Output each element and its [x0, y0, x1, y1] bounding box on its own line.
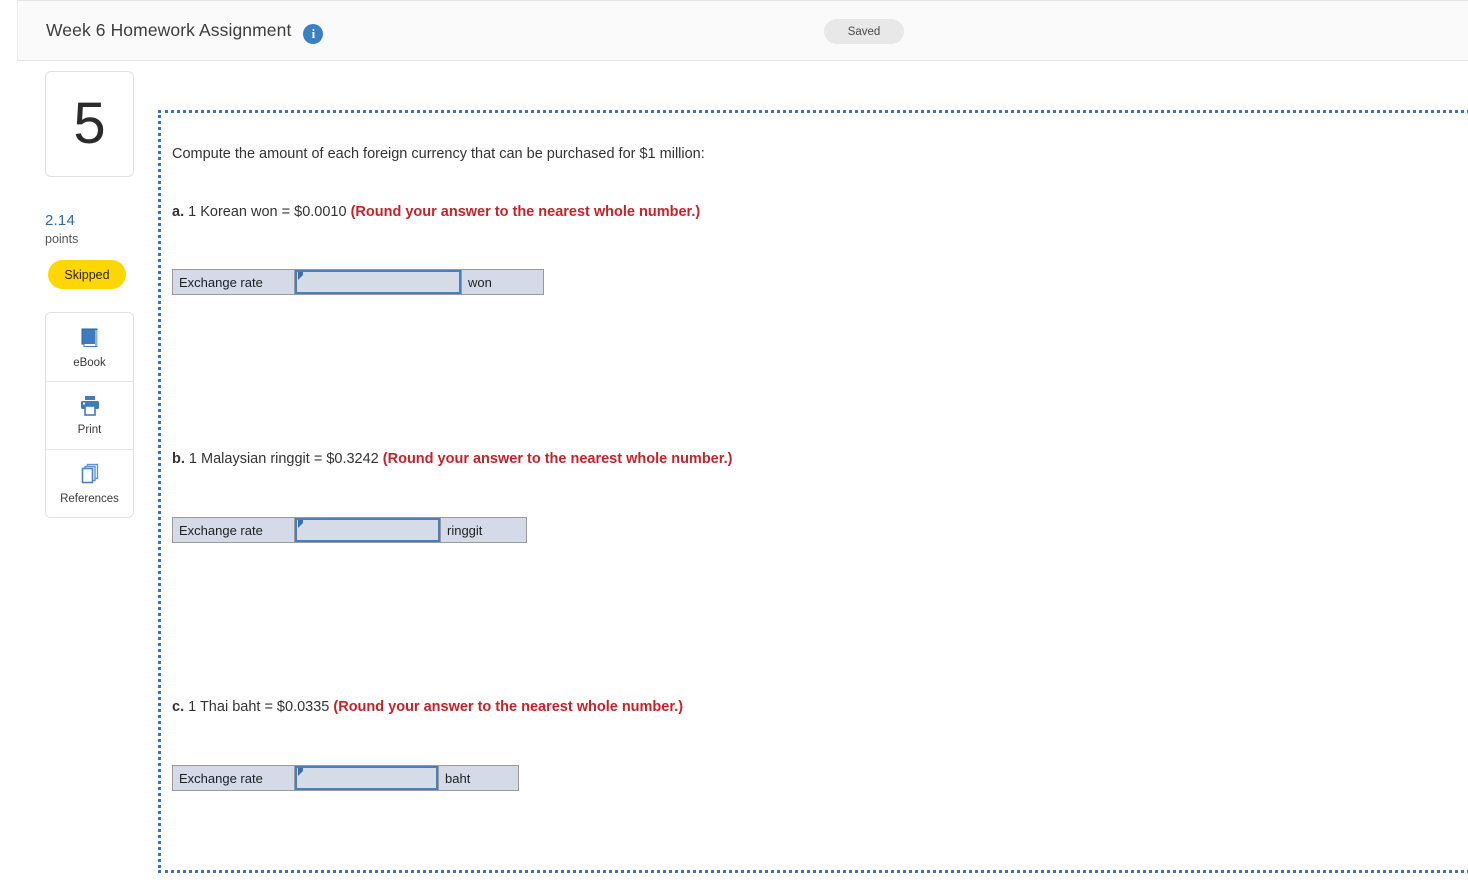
question-number: 5 — [73, 91, 106, 156]
ebook-button[interactable]: eBook — [46, 313, 133, 381]
app-header: Week 6 Homework Assignment i — [17, 0, 1468, 61]
part-a-prompt: 1 Korean won = $0.0010 — [184, 204, 351, 220]
answer-row-b-unit: ringgit — [441, 518, 526, 542]
question-part-b: b. 1 Malaysian ringgit = $0.3242 (Round … — [172, 451, 732, 467]
answer-row-c-unit: baht — [439, 766, 518, 790]
references-label: References — [60, 493, 119, 505]
part-b-round-note: (Round your answer to the nearest whole … — [382, 451, 733, 467]
tool-button-group: eBook Print References — [45, 312, 134, 518]
answer-row-c-input-cell — [295, 766, 439, 790]
answer-row-c: Exchange rate baht — [172, 765, 519, 791]
answer-row-a: Exchange rate won — [172, 269, 544, 295]
part-a-letter: a. — [172, 204, 185, 220]
status-badge-skipped: Skipped — [48, 260, 126, 289]
points-label: points — [45, 232, 79, 246]
question-part-c: c. 1 Thai baht = $0.0335 (Round your ans… — [172, 699, 683, 715]
part-a-round-note: (Round your answer to the nearest whole … — [350, 204, 701, 220]
answer-row-b: Exchange rate ringgit — [172, 517, 527, 543]
answer-row-a-input-cell — [295, 270, 462, 294]
answer-row-b-label: Exchange rate — [173, 518, 295, 542]
part-b-letter: b. — [172, 451, 185, 467]
answer-row-b-input-cell — [295, 518, 441, 542]
pages-stack-icon — [78, 462, 102, 486]
info-icon[interactable]: i — [303, 24, 324, 45]
question-number-box: 5 — [45, 71, 134, 177]
part-c-prompt: 1 Thai baht = $0.0335 — [184, 699, 334, 715]
exchange-rate-input-b[interactable] — [295, 518, 440, 542]
part-c-round-note: (Round your answer to the nearest whole … — [333, 699, 684, 715]
answer-row-c-label: Exchange rate — [173, 766, 295, 790]
question-intro: Compute the amount of each foreign curre… — [172, 146, 705, 162]
part-c-letter: c. — [172, 699, 185, 715]
question-part-a: a. 1 Korean won = $0.0010 (Round your an… — [172, 204, 700, 220]
answer-row-a-unit: won — [462, 270, 543, 294]
printer-icon — [78, 395, 102, 417]
question-sidebar: 5 2.14 points Skipped eBook Print Refere… — [45, 71, 134, 518]
book-icon — [78, 326, 102, 350]
exchange-rate-input-a[interactable] — [295, 270, 461, 294]
print-label: Print — [77, 424, 102, 436]
status-badge-saved: Saved — [824, 19, 904, 44]
print-button[interactable]: Print — [46, 381, 133, 449]
exchange-rate-input-c[interactable] — [295, 766, 438, 790]
page-title: Week 6 Homework Assignment i — [46, 19, 324, 45]
answer-row-a-label: Exchange rate — [173, 270, 295, 294]
question-panel: Compute the amount of each foreign curre… — [158, 110, 1468, 873]
points-value: 2.14 — [45, 212, 75, 229]
part-b-prompt: 1 Malaysian ringgit = $0.3242 — [184, 451, 383, 467]
references-button[interactable]: References — [46, 449, 133, 517]
ebook-label: eBook — [73, 356, 106, 369]
page-title-text: Week 6 Homework Assignment — [46, 19, 292, 40]
